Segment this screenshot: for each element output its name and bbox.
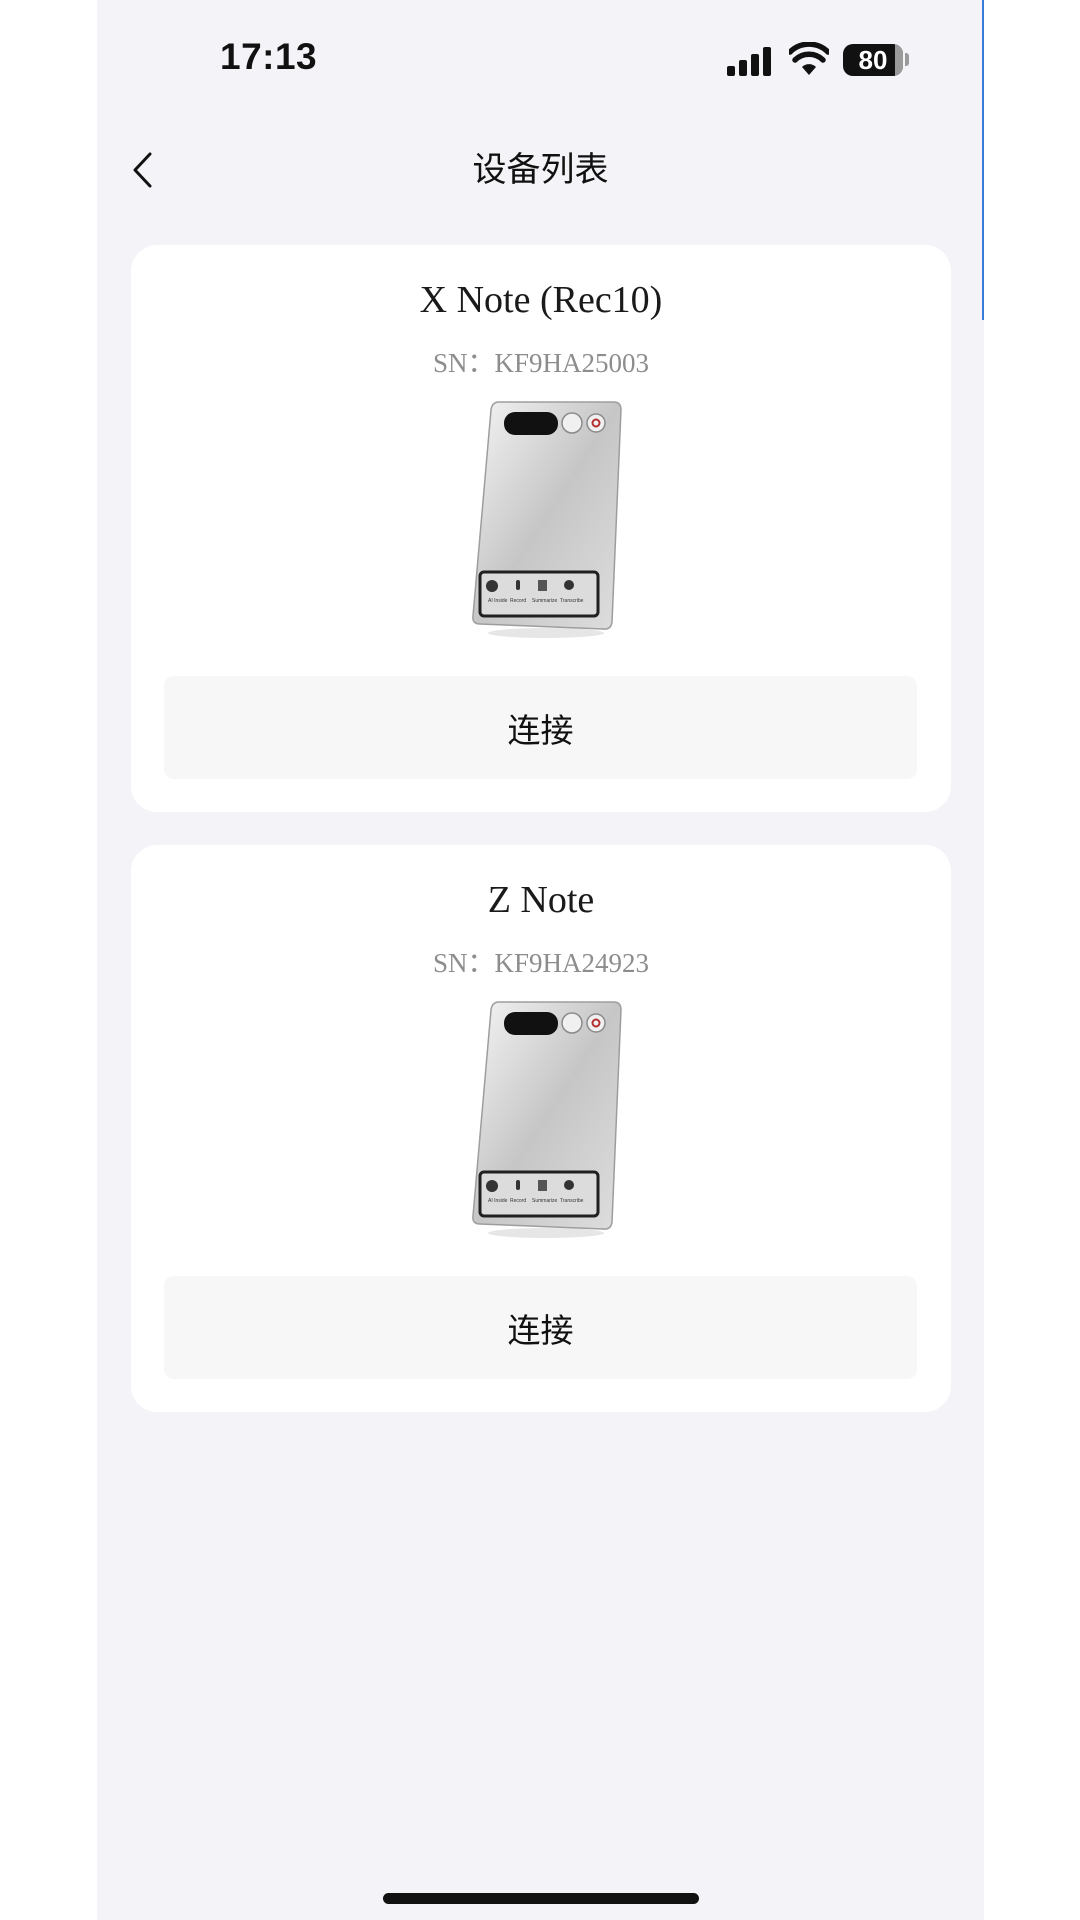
device-name: X Note (Rec10) bbox=[419, 279, 663, 321]
image-label: Record bbox=[510, 1198, 526, 1204]
home-indicator[interactable] bbox=[383, 1893, 699, 1904]
device-image: AI Inside Record Summarize Transcribe bbox=[472, 401, 622, 638]
connect-button[interactable]: 连接 bbox=[164, 676, 917, 779]
side-accent-line bbox=[982, 0, 984, 320]
device-name: Z Note bbox=[487, 879, 595, 921]
device-image: AI Inside Record Summarize Transcribe bbox=[472, 1001, 622, 1238]
device-serial: SN：KF9HA24923 bbox=[432, 948, 650, 978]
connect-button[interactable]: 连接 bbox=[164, 1276, 917, 1379]
image-label: Transcribe bbox=[560, 1198, 584, 1204]
image-label: Summarize bbox=[532, 1198, 558, 1204]
status-time: 17:13 bbox=[220, 36, 318, 77]
image-label: Record bbox=[510, 598, 526, 604]
device-card: X Note (Rec10) SN：KF9HA25003 AI Inside R… bbox=[131, 245, 951, 812]
battery-level: 80 bbox=[858, 44, 888, 75]
image-label: Summarize bbox=[532, 598, 558, 604]
nav-bar: 设备列表 bbox=[97, 130, 984, 210]
wifi-icon bbox=[789, 42, 829, 75]
device-serial: SN：KF9HA25003 bbox=[432, 348, 650, 378]
page-title: 设备列表 bbox=[472, 150, 609, 190]
image-label: AI Inside bbox=[488, 598, 508, 604]
image-label: AI Inside bbox=[488, 1198, 508, 1204]
status-bar: 17:13 80 bbox=[97, 0, 984, 120]
signal-icon bbox=[727, 46, 773, 76]
battery-icon: 80 bbox=[843, 44, 903, 76]
device-card: Z Note SN：KF9HA24923 AI Inside Record Su… bbox=[131, 845, 951, 1412]
battery-nub bbox=[905, 53, 909, 66]
image-label: Transcribe bbox=[560, 598, 584, 604]
app-screen: 17:13 80 设备列表 X Note (Rec10) SN：KF9HA250… bbox=[97, 0, 984, 1920]
